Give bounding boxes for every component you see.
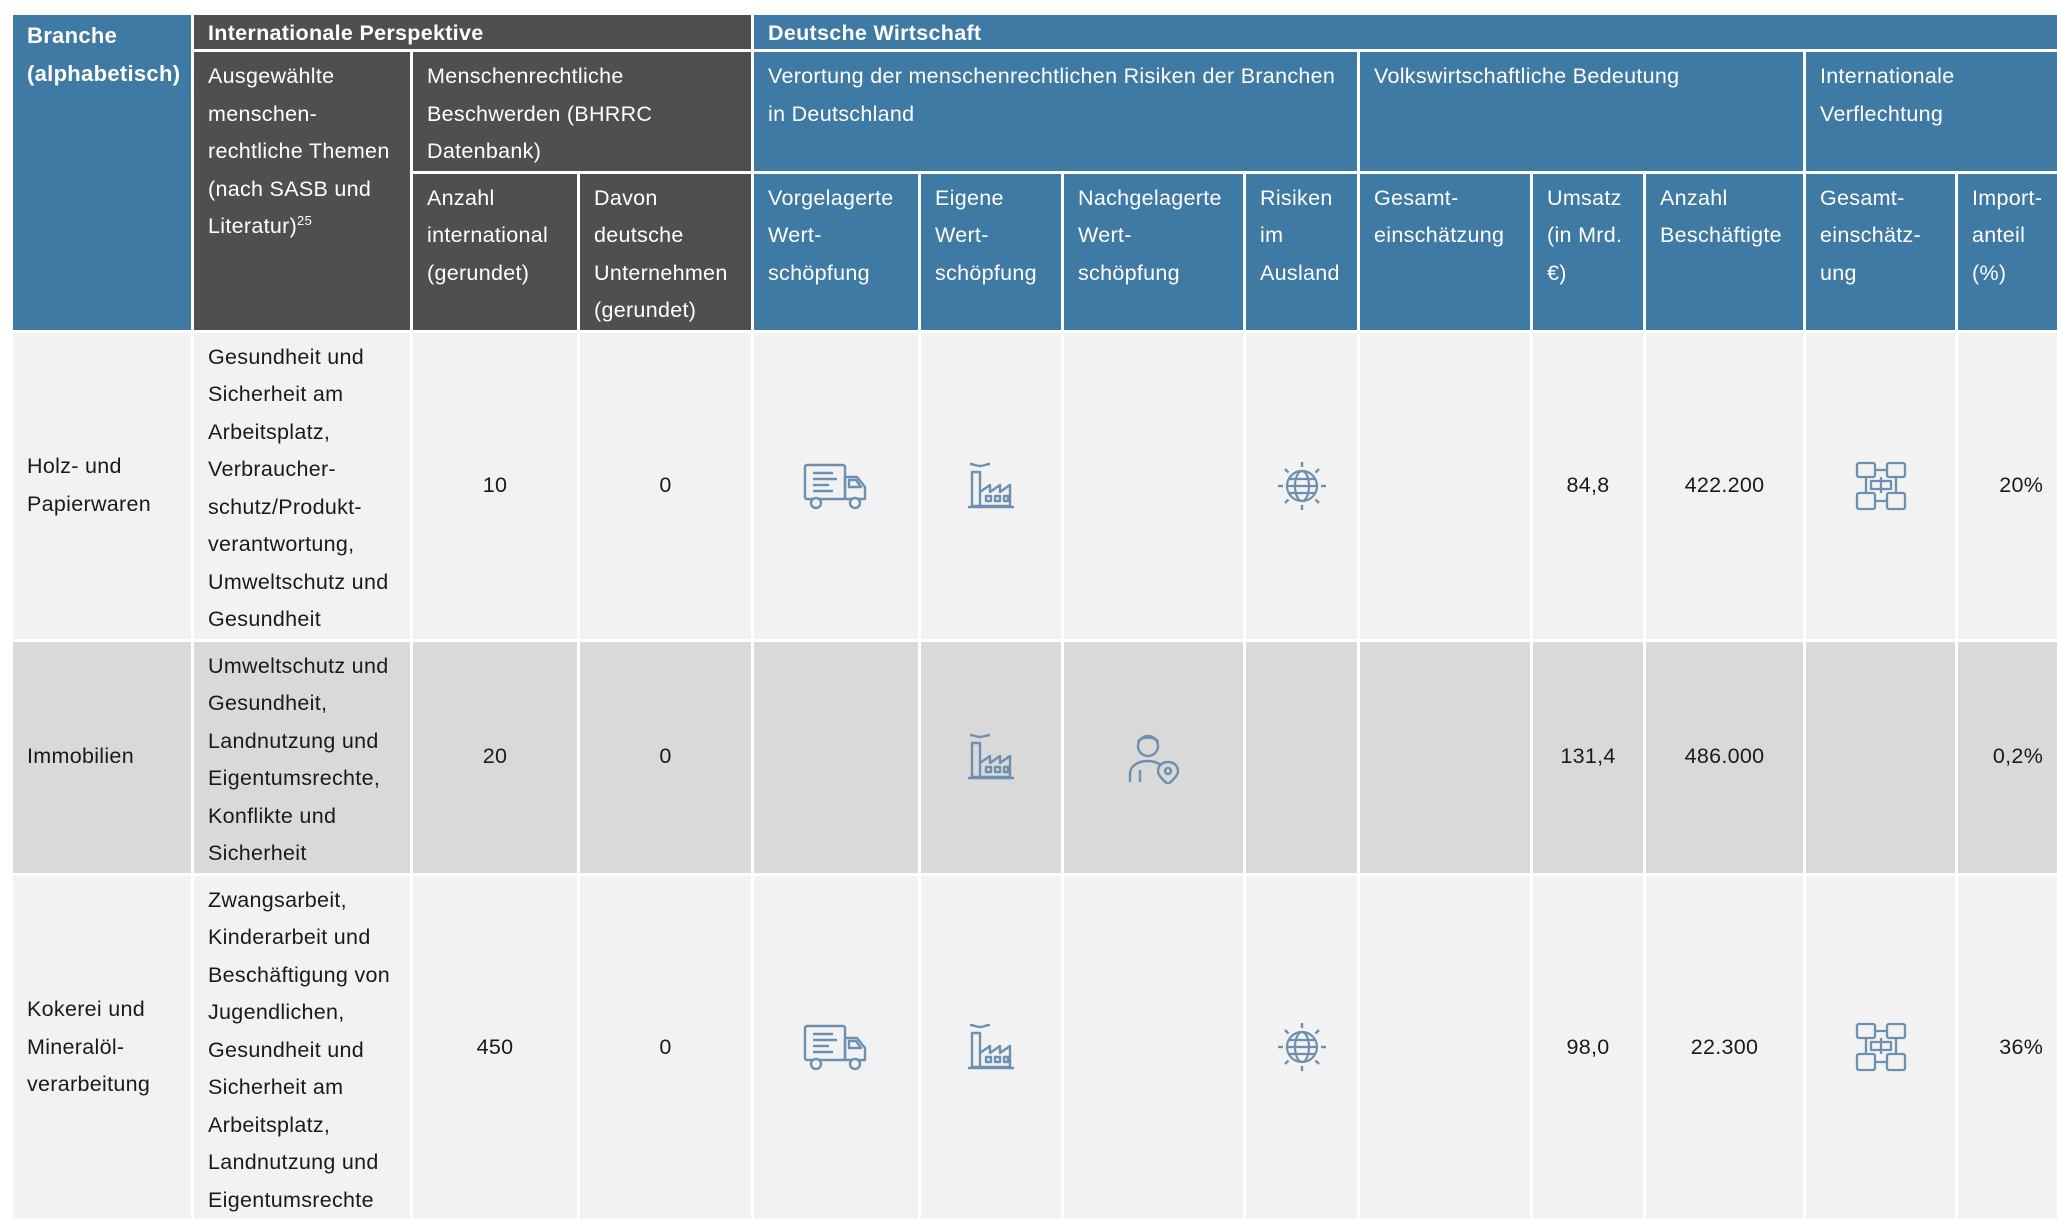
header-importanteil: Import-anteil (%) [1957,172,2057,331]
cell-themen: Zwangsarbeit, Kinderarbeit und Beschäfti… [193,874,412,1221]
cell-verflechtung [1805,331,1957,640]
cell-nachgelagerte [1063,331,1245,640]
header-beschaeftigte: Anzahl Beschäftigte [1645,172,1805,331]
cell-vorgelagerte [753,874,920,1221]
header-gesamteinschaetzung-iv: Gesamt-einschätz-ung [1805,172,1957,331]
cell-eigene [920,874,1063,1221]
cell-ausland [1245,640,1359,874]
header-international-perspective: Internationale Perspektive [193,14,753,51]
header-verflechtung: Internationale Verflechtung [1805,51,2057,173]
truck-icon [754,461,918,511]
cell-branche: Kokerei und Mineralöl-verarbeitung [12,874,193,1221]
header-umsatz: Umsatz (in Mrd. €) [1532,172,1645,331]
header-davon-deutsche: Davon deutsche Unternehmen (gerundet) [579,172,753,331]
factory-icon [921,733,1061,781]
header-anzahl-international: Anzahl international (gerundet) [412,172,579,331]
cell-verflechtung [1805,640,1957,874]
cell-import: 0,2% [1957,640,2057,874]
cell-ausland [1245,874,1359,1221]
cell-branche: Immobilien [12,640,193,874]
cell-anzahl: 20 [412,640,579,874]
cell-vorgelagerte [753,331,920,640]
cell-davon: 0 [579,640,753,874]
header-volkswirtschaft: Volkswirtschaftliche Bedeutung [1359,51,1805,173]
header-deutsche-wirtschaft: Deutsche Wirtschaft [753,14,2057,51]
cell-anzahl: 450 [412,874,579,1221]
header-beschwerden: Menschenrechtliche Beschwerden (BHRRC Da… [412,51,753,173]
cell-ausland [1245,331,1359,640]
cell-themen: Gesundheit und Sicherheit am Arbeitsplat… [193,331,412,640]
cell-beschaeftigte: 486.000 [1645,640,1805,874]
cell-umsatz: 131,4 [1532,640,1645,874]
network-icon [1806,459,1955,513]
cell-beschaeftigte: 422.200 [1645,331,1805,640]
header-verortung: Verortung der menschenrechtlichen Risike… [753,51,1359,173]
cell-beschaeftigte: 22.300 [1645,874,1805,1221]
risk-table: Branche (alphabetisch) Internationale Pe… [10,12,2057,1222]
table-row: Kokerei und Mineralöl-verarbeitung Zwang… [12,874,2057,1221]
globe-icon [1246,1021,1357,1073]
cell-umsatz: 84,8 [1532,331,1645,640]
cell-vorgelagerte [753,640,920,874]
cell-nachgelagerte [1063,874,1245,1221]
person-location-icon [1064,730,1243,784]
table-row: Holz- und Papierwaren Gesundheit und Sic… [12,331,2057,640]
cell-gesamteinschaetzung-vw [1359,331,1532,640]
header-branche: Branche (alphabetisch) [12,14,193,332]
header-risiken-ausland: Risiken im Ausland [1245,172,1359,331]
cell-gesamteinschaetzung-vw [1359,640,1532,874]
header-nachgelagerte: Nachgelagerte Wert-schöpfung [1063,172,1245,331]
cell-davon: 0 [579,331,753,640]
truck-icon [754,1022,918,1072]
cell-import: 20% [1957,331,2057,640]
header-themen: Ausgewählte menschen-rechtliche Themen (… [193,51,412,332]
globe-icon [1246,460,1357,512]
header-eigene: Eigene Wert-schöpfung [920,172,1063,331]
cell-themen: Umweltschutz und Gesundheit, Landnutzung… [193,640,412,874]
cell-branche: Holz- und Papierwaren [12,331,193,640]
cell-eigene [920,331,1063,640]
cell-import: 36% [1957,874,2057,1221]
header-vorgelagerte: Vorgelagerte Wert-schöpfung [753,172,920,331]
table-row: Immobilien Umweltschutz und Gesundheit, … [12,640,2057,874]
factory-icon [921,462,1061,510]
cell-verflechtung [1805,874,1957,1221]
cell-umsatz: 98,0 [1532,874,1645,1221]
header-gesamteinschaetzung-vw: Gesamt-einschätzung [1359,172,1532,331]
cell-gesamteinschaetzung-vw [1359,874,1532,1221]
cell-anzahl: 10 [412,331,579,640]
footnote-marker: 25 [297,213,312,228]
cell-eigene [920,640,1063,874]
factory-icon [921,1023,1061,1071]
network-icon [1806,1020,1955,1074]
cell-davon: 0 [579,874,753,1221]
cell-nachgelagerte [1063,640,1245,874]
